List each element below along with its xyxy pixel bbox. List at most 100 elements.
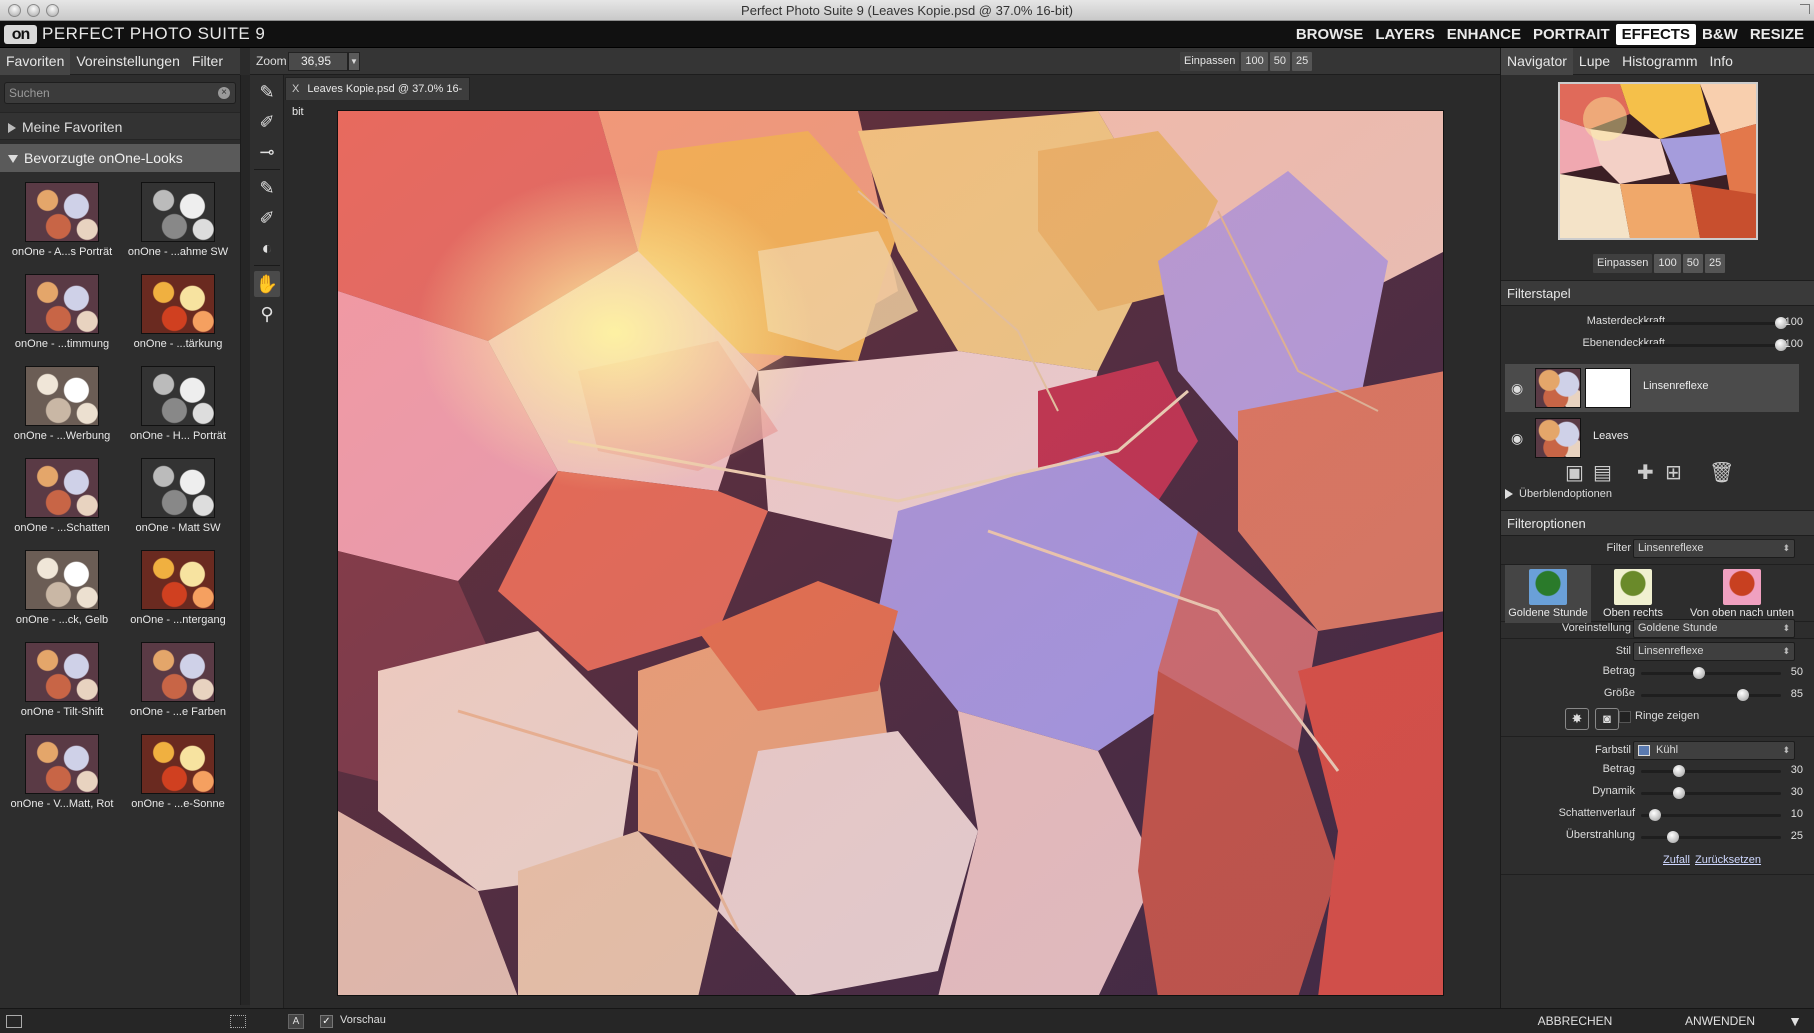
look-item[interactable]: onOne - ...e-Sonne	[120, 732, 236, 816]
slider-track[interactable]	[1641, 770, 1781, 773]
look-item[interactable]: onOne - ...tärkung	[120, 272, 236, 356]
filteroptions-header[interactable]: Filteroptionen	[1501, 510, 1814, 536]
panel-toggle-icon[interactable]	[6, 1015, 22, 1028]
random-link[interactable]: Zufall	[1663, 854, 1690, 866]
section-my-favorites[interactable]: Meine Favoriten	[0, 112, 240, 140]
look-item[interactable]: onOne - ...ntergang	[120, 548, 236, 632]
slider-knob[interactable]	[1737, 689, 1749, 701]
look-item[interactable]: onOne - ...timmung	[4, 272, 120, 356]
look-item[interactable]: onOne - ...e Farben	[120, 640, 236, 724]
brush-add-icon[interactable]: ✎	[254, 79, 280, 105]
nav-25-button[interactable]: 25	[1704, 254, 1726, 273]
masking-brush-alt-icon[interactable]: ✐	[254, 205, 280, 231]
preview-checkbox[interactable]: ✓	[320, 1015, 333, 1028]
slider-track[interactable]	[1641, 694, 1781, 697]
filter-dropdown[interactable]: Linsenreflexe ⬍	[1633, 539, 1795, 558]
preset-dropdown[interactable]: Goldene Stunde ⬍	[1633, 619, 1795, 638]
color-amount-slider[interactable]: Betrag 30	[1501, 760, 1814, 782]
flare-placement-icon[interactable]: ✸	[1565, 708, 1589, 730]
colorstyle-dropdown[interactable]: Kühl ⬍	[1633, 741, 1795, 760]
look-item[interactable]: onOne - Tilt-Shift	[4, 640, 120, 724]
fullscreen-icon[interactable]	[1800, 4, 1810, 14]
minimize-window-button[interactable]	[27, 4, 40, 17]
layer-row-linsenreflexe[interactable]: ◉ Linsenreflexe	[1505, 364, 1799, 412]
reset-link[interactable]: Zurücksetzen	[1695, 854, 1761, 866]
module-bw[interactable]: B&W	[1696, 24, 1744, 45]
look-item[interactable]: onOne - H... Porträt	[120, 364, 236, 448]
preset-goldene-stunde[interactable]: Goldene Stunde	[1505, 565, 1591, 623]
left-panel-scrollbar[interactable]	[240, 75, 250, 1005]
layer-mask-thumbnail[interactable]	[1585, 368, 1631, 408]
tab-info[interactable]: Info	[1704, 48, 1739, 75]
zoom-input[interactable]: 36,95	[288, 52, 348, 71]
slider-knob[interactable]	[1667, 831, 1679, 843]
close-document-icon[interactable]: X	[292, 83, 299, 95]
module-layers[interactable]: LAYERS	[1369, 24, 1440, 45]
slider-knob[interactable]	[1693, 667, 1705, 679]
module-portrait[interactable]: PORTRAIT	[1527, 24, 1616, 45]
slider-track[interactable]	[1641, 792, 1781, 795]
section-preferred-looks[interactable]: Bevorzugte onOne-Looks	[0, 144, 240, 172]
visibility-eye-icon[interactable]: ◉	[1511, 380, 1523, 397]
nav-100-button[interactable]: 100	[1654, 254, 1681, 273]
cancel-button[interactable]: ABBRECHEN	[1500, 1009, 1650, 1033]
module-browse[interactable]: BROWSE	[1290, 24, 1370, 45]
photo-canvas[interactable]	[337, 110, 1444, 996]
duplicate-layer-icon[interactable]: ▤	[1593, 460, 1612, 485]
filterstack-header[interactable]: Filterstapel	[1501, 280, 1814, 306]
preset-oben-rechts[interactable]: Oben rechts	[1593, 565, 1673, 623]
slider-knob[interactable]	[1649, 809, 1661, 821]
add-filter-icon[interactable]: ✚	[1637, 460, 1654, 485]
clear-search-icon[interactable]: ×	[218, 87, 230, 99]
auto-mask-icon[interactable]: A	[288, 1014, 304, 1029]
camera-icon[interactable]: ◙	[1595, 708, 1619, 730]
look-item[interactable]: onOne - ...ck, Gelb	[4, 548, 120, 632]
apply-dropdown-icon[interactable]: ▼	[1782, 1009, 1808, 1033]
master-opacity-slider[interactable]: Masterdeckkraft 100	[1501, 312, 1814, 334]
module-enhance[interactable]: ENHANCE	[1441, 24, 1527, 45]
look-item[interactable]: onOne - Matt SW	[120, 456, 236, 540]
brush-subtract-icon[interactable]: ✐	[254, 109, 280, 135]
tab-favorites[interactable]: Favoriten	[0, 48, 71, 75]
zoom-50-button[interactable]: 50	[1269, 52, 1290, 71]
look-item[interactable]: onOne - ...ahme SW	[120, 180, 236, 264]
blend-options-toggle[interactable]: Überblendoptionen	[1505, 488, 1612, 500]
tab-filter[interactable]: Filter	[186, 48, 229, 75]
zoom-dropdown-icon[interactable]: ▼	[348, 52, 360, 71]
look-item[interactable]: onOne - ...Schatten	[4, 456, 120, 540]
show-rings-checkbox[interactable]	[1619, 711, 1631, 723]
glow-slider[interactable]: Überstrahlung 25	[1501, 826, 1814, 848]
paint-bucket-icon[interactable]: ◐	[254, 235, 280, 261]
zoom-100-button[interactable]: 100	[1241, 52, 1268, 71]
dynamics-slider[interactable]: Dynamik 30	[1501, 782, 1814, 804]
new-layer-icon[interactable]: ▣	[1565, 460, 1584, 485]
preset-von-oben-nach-unten[interactable]: Von oben nach unten	[1677, 565, 1807, 623]
grid-view-icon[interactable]	[230, 1015, 246, 1028]
look-item[interactable]: onOne - A...s Porträt	[4, 180, 120, 264]
zoom-tool-icon[interactable]: ⚲	[254, 301, 280, 327]
slider-track[interactable]	[1641, 814, 1781, 817]
layer-opacity-slider[interactable]: Ebenendeckkraft 100	[1501, 334, 1814, 356]
document-tab[interactable]: X Leaves Kopie.psd @ 37.0% 16-bit	[285, 77, 470, 118]
tab-navigator[interactable]: Navigator	[1501, 48, 1573, 75]
amount-slider[interactable]: Betrag 50	[1501, 662, 1814, 684]
tab-histogram[interactable]: Histogramm	[1616, 48, 1703, 75]
zoom-fit-button[interactable]: Einpassen	[1180, 52, 1240, 71]
tab-loupe[interactable]: Lupe	[1573, 48, 1616, 75]
visibility-eye-icon[interactable]: ◉	[1511, 430, 1523, 447]
layer-row-leaves[interactable]: ◉ Leaves	[1505, 414, 1799, 462]
gradient-tool-icon[interactable]: ⊸	[254, 139, 280, 165]
tab-presets[interactable]: Voreinstellungen	[70, 48, 186, 75]
hand-tool-icon[interactable]: ✋	[254, 271, 280, 297]
module-resize[interactable]: RESIZE	[1744, 24, 1810, 45]
nav-fit-button[interactable]: Einpassen	[1593, 254, 1653, 273]
slider-track[interactable]	[1641, 322, 1781, 325]
look-item[interactable]: onOne - V...Matt, Rot	[4, 732, 120, 816]
slider-track[interactable]	[1641, 672, 1781, 675]
navigator-preview[interactable]	[1558, 82, 1758, 240]
nav-50-button[interactable]: 50	[1682, 254, 1703, 273]
look-item[interactable]: onOne - ...Werbung	[4, 364, 120, 448]
shadow-gradient-slider[interactable]: Schattenverlauf 10	[1501, 804, 1814, 826]
close-window-button[interactable]	[8, 4, 21, 17]
slider-track[interactable]	[1641, 836, 1781, 839]
